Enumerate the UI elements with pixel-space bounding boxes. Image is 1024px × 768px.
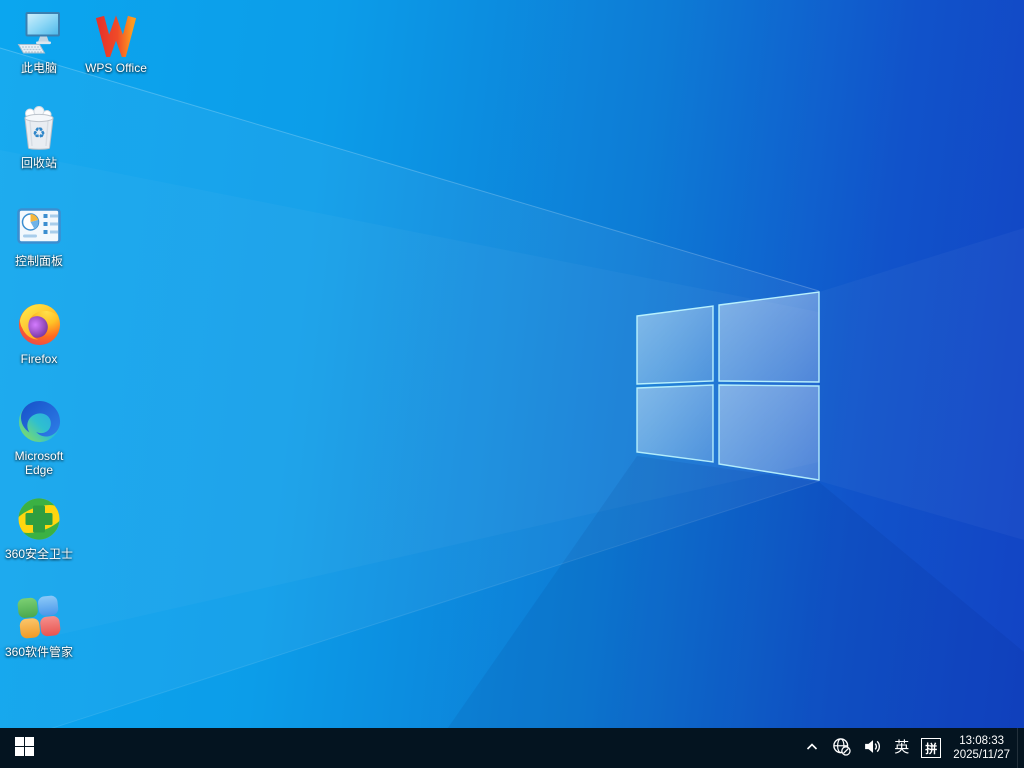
network-globe-no-internet-icon	[832, 737, 851, 759]
desktop-icon-firefox[interactable]: Firefox	[1, 299, 77, 366]
desktop-icon-label: 控制面板	[15, 254, 63, 268]
firefox-icon	[14, 299, 64, 349]
ime-mode-button[interactable]: 拼	[916, 728, 946, 768]
desktop-icon-label: Microsoft Edge	[2, 449, 77, 477]
desktop-icon-label: Firefox	[21, 352, 58, 366]
clock-time: 13:08:33	[959, 734, 1004, 748]
start-button[interactable]	[0, 728, 48, 768]
desktop-icon-360-software-manager[interactable]: 360软件管家	[1, 592, 77, 659]
chevron-up-icon	[804, 739, 820, 758]
svg-text:♻: ♻	[32, 125, 45, 142]
desktop-icon-recycle-bin[interactable]: ♻ 回收站	[1, 103, 77, 170]
ime-pinyin-badge-icon: 拼	[921, 738, 941, 758]
ime-language-button[interactable]: 英	[889, 728, 914, 768]
system-tray: 英 拼 13:08:33 2025/11/27	[799, 728, 1024, 768]
this-pc-icon	[14, 8, 64, 58]
taskbar: 英 拼 13:08:33 2025/11/27	[0, 728, 1024, 768]
desktop-icon-microsoft-edge[interactable]: Microsoft Edge	[1, 396, 77, 477]
wallpaper-windows-logo	[0, 0, 1024, 768]
360-software-manager-icon	[14, 592, 64, 642]
desktop-icon-label: 360软件管家	[5, 645, 73, 659]
control-panel-icon	[14, 201, 64, 251]
wps-office-icon	[91, 8, 141, 58]
desktop-icon-label: 360安全卫士	[5, 547, 73, 561]
show-desktop-button[interactable]	[1017, 728, 1022, 768]
desktop-icon-label: 此电脑	[21, 61, 57, 75]
taskbar-empty-area	[48, 728, 799, 768]
ime-language-label: 英	[894, 728, 909, 768]
desktop-icon-label: 回收站	[21, 156, 57, 170]
desktop: 此电脑 WPS Office ♻ 回收站	[0, 0, 1024, 768]
desktop-icon-control-panel[interactable]: 控制面板	[1, 201, 77, 268]
windows-logo-icon	[15, 737, 34, 759]
volume-tray-button[interactable]	[858, 728, 887, 768]
desktop-icon-wps-office[interactable]: WPS Office	[78, 8, 154, 75]
network-tray-button[interactable]	[827, 728, 856, 768]
360-safety-guard-icon	[14, 494, 64, 544]
speaker-icon	[863, 737, 882, 759]
desktop-icon-this-pc[interactable]: 此电脑	[1, 8, 77, 75]
clock-button[interactable]: 13:08:33 2025/11/27	[948, 728, 1015, 768]
recycle-bin-icon: ♻	[14, 103, 64, 153]
hidden-icons-button[interactable]	[799, 728, 825, 768]
desktop-icon-label: WPS Office	[85, 61, 147, 75]
clock-date: 2025/11/27	[953, 748, 1010, 762]
desktop-icon-360-safety-guard[interactable]: 360安全卫士	[1, 494, 77, 561]
microsoft-edge-icon	[14, 396, 64, 446]
